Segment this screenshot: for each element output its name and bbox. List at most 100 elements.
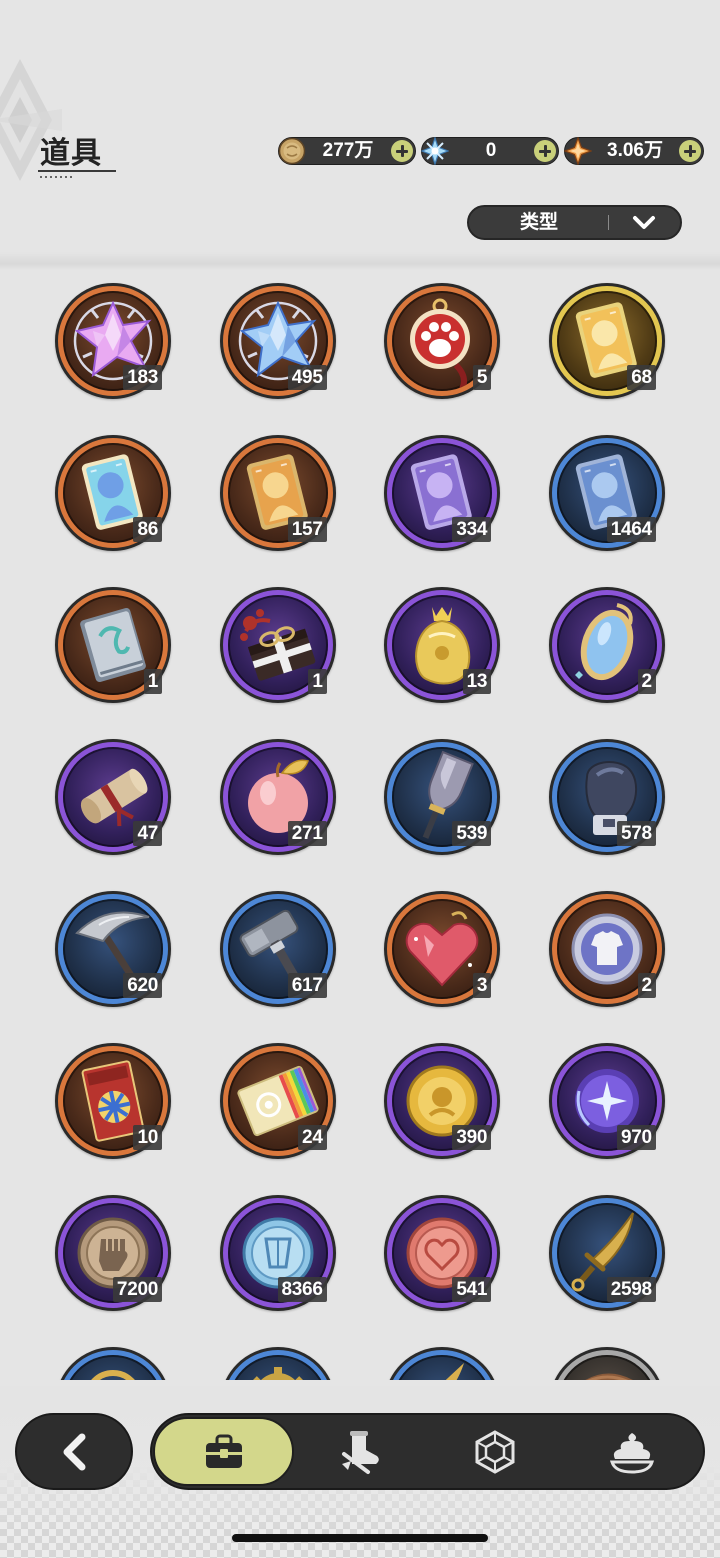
item-count: 617 xyxy=(287,973,327,998)
item-slot[interactable] xyxy=(219,1347,336,1380)
item-count: 620 xyxy=(123,973,162,998)
item-count: 157 xyxy=(287,517,327,542)
item-count: 1 xyxy=(143,669,162,694)
item-count: 8366 xyxy=(277,1277,327,1302)
item-frame xyxy=(392,1355,493,1380)
add-crystal-button[interactable] xyxy=(534,140,556,162)
gold-gear-icon xyxy=(228,1355,328,1380)
item-count: 68 xyxy=(627,365,656,390)
item-slot[interactable]: 1 xyxy=(219,587,336,703)
filter-label: 类型 xyxy=(519,211,558,233)
item-slot[interactable] xyxy=(55,1347,171,1380)
item-list[interactable]: 183 495 5 68 86 157 334 1464 1 1 13 2 47… xyxy=(0,268,720,1380)
item-slot[interactable] xyxy=(384,1347,501,1380)
currency-star-value: 3.06万 xyxy=(607,140,663,161)
item-count: 2598 xyxy=(606,1277,656,1302)
item-count: 578 xyxy=(616,821,656,846)
item-count: 970 xyxy=(616,1125,656,1150)
tab-dessert[interactable] xyxy=(572,1415,692,1488)
item-slot[interactable]: 1464 xyxy=(548,435,665,551)
item-slot[interactable]: 617 xyxy=(219,891,336,1007)
item-count: 5 xyxy=(472,365,492,390)
item-slot[interactable]: 578 xyxy=(548,739,665,855)
item-count: 495 xyxy=(287,365,327,390)
item-count: 47 xyxy=(133,821,162,846)
gold-blade-icon xyxy=(392,1355,492,1380)
item-slot[interactable]: 271 xyxy=(219,739,336,855)
item-count: 10 xyxy=(133,1125,162,1150)
item-slot[interactable]: 157 xyxy=(219,435,336,551)
item-slot[interactable]: 13 xyxy=(384,587,501,703)
item-count: 2 xyxy=(637,669,656,694)
filter-divider xyxy=(608,215,609,230)
item-count: 183 xyxy=(123,365,162,390)
page-title: 道具 xyxy=(40,136,102,171)
tab-character-gear[interactable] xyxy=(300,1415,420,1488)
item-grid: 183 495 5 68 86 157 334 1464 1 1 13 2 47… xyxy=(55,283,665,1380)
item-slot[interactable]: 8366 xyxy=(219,1195,336,1311)
item-count: 390 xyxy=(452,1125,492,1150)
title-underline xyxy=(38,170,116,172)
item-frame xyxy=(63,1355,163,1380)
item-slot[interactable]: 390 xyxy=(384,1043,501,1159)
item-slot[interactable]: 86 xyxy=(55,435,171,551)
bag-icon xyxy=(205,1434,242,1468)
gold-coin-icon xyxy=(278,137,306,165)
currency-star: 3.06万 xyxy=(564,137,704,165)
item-slot[interactable]: 620 xyxy=(55,891,171,1007)
item-count: 2 xyxy=(637,973,656,998)
back-button[interactable] xyxy=(15,1413,133,1490)
item-slot[interactable]: 2 xyxy=(548,587,665,703)
item-count: 1 xyxy=(308,669,327,694)
item-count: 1464 xyxy=(606,517,656,542)
item-frame xyxy=(556,1355,657,1380)
item-slot[interactable]: 7200 xyxy=(55,1195,171,1311)
item-slot[interactable]: 334 xyxy=(384,435,501,551)
chevron-down-icon xyxy=(633,216,655,229)
back-arrow-icon xyxy=(63,1433,86,1470)
item-count: 271 xyxy=(287,821,327,846)
item-slot[interactable]: 495 xyxy=(219,283,336,399)
tab-bag[interactable] xyxy=(153,1417,294,1486)
item-slot[interactable]: 970 xyxy=(548,1043,665,1159)
item-slot[interactable]: 47 xyxy=(55,739,171,855)
item-slot[interactable]: 183 xyxy=(55,283,171,399)
item-count: 24 xyxy=(298,1125,327,1150)
item-count: 7200 xyxy=(112,1277,162,1302)
wooden-item-icon xyxy=(557,1355,657,1380)
currency-crystal: 0 xyxy=(421,137,559,165)
item-frame xyxy=(227,1355,328,1380)
tab-gem[interactable] xyxy=(435,1415,555,1488)
item-slot[interactable]: 541 xyxy=(384,1195,501,1311)
item-count: 86 xyxy=(133,517,162,542)
title-dots-decoration xyxy=(40,176,72,178)
item-slot[interactable] xyxy=(548,1347,665,1380)
orange-star-icon xyxy=(564,137,592,165)
item-slot[interactable]: 539 xyxy=(384,739,501,855)
dessert-icon xyxy=(609,1432,655,1474)
item-slot[interactable]: 68 xyxy=(548,283,665,399)
bottom-tab-bar xyxy=(150,1413,705,1490)
gold-ring-icon xyxy=(63,1355,163,1380)
item-slot[interactable]: 2598 xyxy=(548,1195,665,1311)
home-indicator[interactable] xyxy=(232,1534,488,1542)
currency-crystal-value: 0 xyxy=(485,140,497,161)
item-count: 3 xyxy=(472,973,492,998)
item-slot[interactable]: 3 xyxy=(384,891,501,1007)
add-star-button[interactable] xyxy=(679,140,701,162)
item-slot[interactable]: 1 xyxy=(55,587,171,703)
item-slot[interactable]: 2 xyxy=(548,891,665,1007)
item-count: 541 xyxy=(452,1277,492,1302)
item-slot[interactable]: 10 xyxy=(55,1043,171,1159)
item-slot[interactable]: 5 xyxy=(384,283,501,399)
item-count: 539 xyxy=(452,821,492,846)
snowflake-crystal-icon xyxy=(421,137,449,165)
currency-gold-value: 277万 xyxy=(322,140,374,161)
hexagon-gem-icon xyxy=(475,1429,515,1474)
item-slot[interactable]: 24 xyxy=(219,1043,336,1159)
item-count: 13 xyxy=(462,669,492,694)
add-gold-button[interactable] xyxy=(391,140,413,162)
type-filter-dropdown[interactable]: 类型 xyxy=(467,205,682,240)
character-gear-icon xyxy=(342,1430,379,1474)
currency-gold: 277万 xyxy=(278,137,416,165)
